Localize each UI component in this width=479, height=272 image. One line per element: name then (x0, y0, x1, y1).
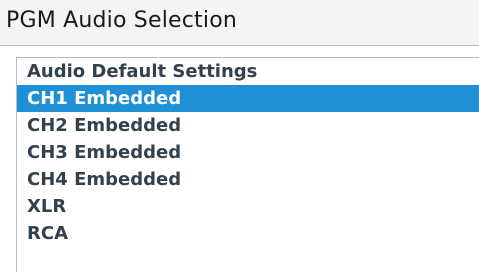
header-bar: PGM Audio Selection (0, 0, 479, 46)
menu-item-ch4-embedded[interactable]: CH4 Embedded (17, 166, 479, 193)
menu-item-ch1-embedded[interactable]: CH1 Embedded (17, 85, 479, 112)
menu-item-ch3-embedded[interactable]: CH3 Embedded (17, 139, 479, 166)
audio-source-menu: Audio Default Settings CH1 Embedded CH2 … (0, 47, 479, 272)
menu-item-audio-default-settings[interactable]: Audio Default Settings (17, 58, 479, 85)
audio-selection-window: PGM Audio Selection Audio Default Settin… (0, 0, 479, 272)
audio-source-list: Audio Default Settings CH1 Embedded CH2 … (17, 58, 479, 247)
page-title: PGM Audio Selection (6, 8, 237, 33)
menu-item-ch2-embedded[interactable]: CH2 Embedded (17, 112, 479, 139)
menu-item-rca[interactable]: RCA (17, 220, 479, 247)
menu-item-xlr[interactable]: XLR (17, 193, 479, 220)
